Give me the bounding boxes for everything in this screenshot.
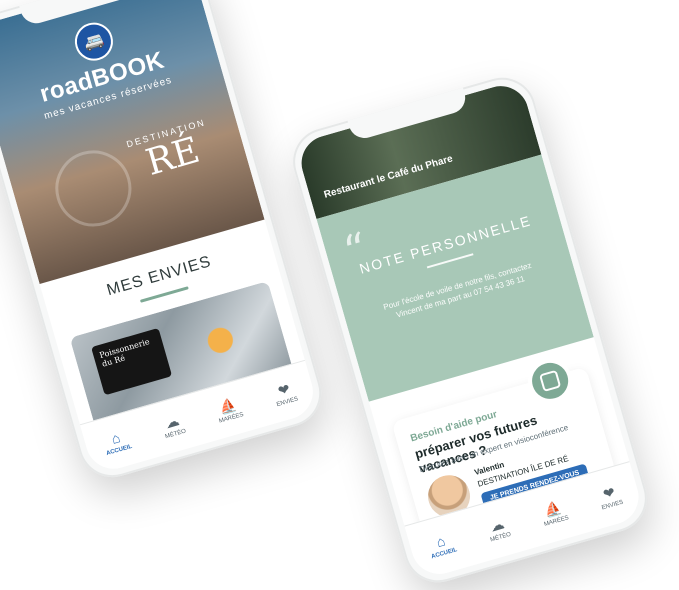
right-phone: Restaurant le Café du Phare “ NOTE PERSO… bbox=[285, 69, 655, 590]
tab-meteo[interactable]: ☁ MÉTÉO bbox=[160, 412, 187, 440]
boat-icon: ⛵ bbox=[542, 498, 564, 519]
video-call-icon bbox=[522, 353, 578, 409]
tab-meteo[interactable]: ☁ MÉTÉO bbox=[485, 515, 512, 543]
boat-icon: ⛵ bbox=[217, 395, 239, 416]
tab-accueil[interactable]: ⌂ ACCUEIL bbox=[426, 530, 458, 560]
bicycle-wheel bbox=[46, 141, 141, 236]
cloud-icon: ☁ bbox=[488, 514, 506, 535]
left-phone-screen: 🚐 roadBOOK mes vacances réservées DESTIN… bbox=[0, 0, 320, 476]
tab-marees[interactable]: ⛵ MARÉES bbox=[214, 395, 244, 424]
heart-icon: ❤ bbox=[275, 379, 292, 399]
camper-van-icon: 🚐 bbox=[70, 18, 118, 66]
home-icon: ⌂ bbox=[434, 531, 447, 550]
right-phone-screen: Restaurant le Café du Phare “ NOTE PERSO… bbox=[294, 79, 646, 581]
tab-envies[interactable]: ❤ ENVIES bbox=[596, 483, 624, 511]
tab-accueil[interactable]: ⌂ ACCUEIL bbox=[101, 427, 132, 457]
camera-icon bbox=[538, 369, 562, 393]
cloud-icon: ☁ bbox=[163, 411, 181, 431]
destination: DESTINATION RÉ bbox=[125, 117, 217, 188]
hero-image: 🚐 roadBOOK mes vacances réservées DESTIN… bbox=[0, 0, 265, 284]
left-phone: 🚐 roadBOOK mes vacances réservées DESTIN… bbox=[0, 0, 330, 486]
note-text: Pour l'école de voile de notre fils, con… bbox=[382, 260, 533, 320]
tab-marees[interactable]: ⛵ MARÉES bbox=[539, 498, 569, 528]
home-icon: ⌂ bbox=[109, 428, 122, 447]
heart-icon: ❤ bbox=[600, 483, 617, 502]
tab-envies[interactable]: ❤ ENVIES bbox=[271, 379, 299, 408]
